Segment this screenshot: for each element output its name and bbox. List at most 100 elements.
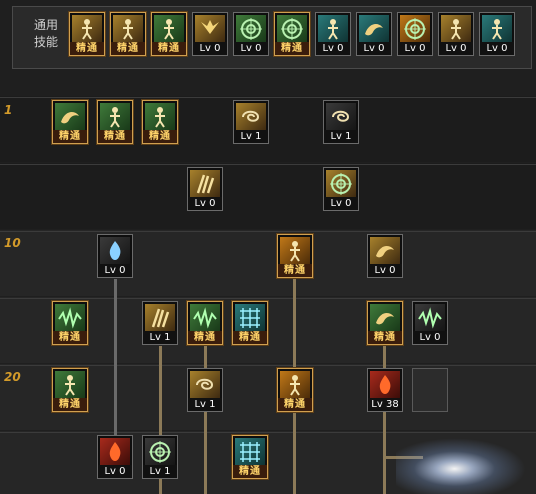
skill-level-label: Lv 0 [98, 264, 132, 277]
skill-level-label: 精通 [53, 130, 87, 143]
skill-slot[interactable]: Lv 0 [233, 12, 269, 56]
prerequisite-line [204, 346, 207, 368]
skill-slot[interactable]: Lv 1 [233, 100, 269, 144]
skill-slot[interactable]: Lv 1 [142, 301, 178, 345]
target-icon [236, 15, 266, 43]
book-icon [55, 103, 85, 131]
skill-level-label: Lv 1 [234, 130, 268, 143]
spark-figure-icon [100, 103, 130, 131]
skill-slot[interactable]: 精通 [69, 12, 105, 56]
skill-slot[interactable]: Lv 0 [187, 167, 223, 211]
skill-level-label: Lv 0 [368, 264, 402, 277]
skill-slot[interactable]: 精通 [277, 234, 313, 278]
skill-slot[interactable]: 精通 [187, 301, 223, 345]
level-marker: 20 [4, 370, 21, 384]
claw-icon [190, 170, 220, 198]
skill-level-label: Lv 0 [413, 331, 447, 344]
skill-level-label: 精通 [275, 42, 309, 55]
skill-level-label: Lv 0 [439, 42, 473, 55]
skill-level-label: 精通 [111, 42, 145, 55]
cross-grid-icon [235, 438, 265, 466]
skill-slot[interactable]: 精通 [232, 435, 268, 479]
skill-slot[interactable]: Lv 1 [187, 368, 223, 412]
flare-icon [415, 304, 445, 332]
roll-icon [190, 371, 220, 399]
skill-slot[interactable]: 精通 [52, 301, 88, 345]
kick-icon [318, 15, 348, 43]
blue-flame-icon [100, 237, 130, 265]
skill-level-label: 精通 [233, 331, 267, 344]
red-flower-icon [370, 371, 400, 399]
skill-slot[interactable]: Lv 0 [323, 167, 359, 211]
skill-level-label: 精通 [368, 331, 402, 344]
skill-level-label: Lv 0 [188, 197, 222, 210]
prerequisite-line [293, 412, 296, 494]
skill-slot[interactable]: Lv 38 [367, 368, 403, 412]
ring-icon [145, 438, 175, 466]
skill-slot[interactable]: Lv 0 [192, 12, 228, 56]
runner-icon [154, 15, 184, 43]
skill-level-label: 精通 [98, 130, 132, 143]
skill-level-label: 精通 [233, 465, 267, 478]
strike-icon [55, 304, 85, 332]
skill-slot[interactable]: Lv 1 [142, 435, 178, 479]
skill-slot[interactable]: Lv 1 [323, 100, 359, 144]
swirl-icon [326, 103, 356, 131]
skill-level-label: 精通 [53, 398, 87, 411]
skill-slot[interactable]: Lv 0 [356, 12, 392, 56]
eye-icon [400, 15, 430, 43]
skill-slot[interactable]: 精通 [232, 301, 268, 345]
skill-slot[interactable]: Lv 0 [367, 234, 403, 278]
skill-level-label: Lv 0 [234, 42, 268, 55]
skill-level-label: Lv 0 [193, 42, 227, 55]
skill-level-label: 精通 [152, 42, 186, 55]
skill-level-label: Lv 1 [188, 398, 222, 411]
level-marker: 10 [4, 236, 21, 250]
skill-slot[interactable]: Lv 0 [97, 234, 133, 278]
skill-slot[interactable]: Lv 0 [438, 12, 474, 56]
skill-slot[interactable]: Lv 0 [412, 301, 448, 345]
skill-level-label: Lv 0 [398, 42, 432, 55]
skill-level-label: 精通 [278, 264, 312, 277]
skill-level-label: Lv 1 [143, 331, 177, 344]
skill-level-label: 精通 [70, 42, 104, 55]
prerequisite-line [204, 412, 207, 494]
prerequisite-line [114, 279, 117, 439]
skill-level-label: Lv 0 [324, 197, 358, 210]
skill-slot[interactable]: 精通 [277, 368, 313, 412]
crosshair-icon [277, 15, 307, 43]
burst-figure-icon [145, 103, 175, 131]
leap-icon [482, 15, 512, 43]
skill-level-label: Lv 1 [324, 130, 358, 143]
skill-slot[interactable]: 精通 [142, 100, 178, 144]
skill-slot[interactable]: 精通 [97, 100, 133, 144]
common-skills-label: 通用 技能 [33, 18, 58, 49]
skill-slot[interactable]: 精通 [367, 301, 403, 345]
skill-level-label: Lv 0 [98, 465, 132, 478]
empty-skill-slot [412, 368, 448, 412]
dash-icon [236, 103, 266, 131]
light-flare [396, 438, 526, 494]
prerequisite-line [383, 412, 386, 494]
skill-slot[interactable]: Lv 0 [397, 12, 433, 56]
red-fire-icon [100, 438, 130, 466]
skill-slot[interactable]: 精通 [110, 12, 146, 56]
skill-slot[interactable]: Lv 0 [479, 12, 515, 56]
level-marker: 1 [4, 103, 13, 117]
skill-slot[interactable]: 精通 [274, 12, 310, 56]
wave-icon [190, 304, 220, 332]
wings-icon [195, 15, 225, 43]
skill-slot[interactable]: 精通 [52, 100, 88, 144]
skill-level-label: 精通 [278, 398, 312, 411]
skill-level-label: Lv 38 [368, 398, 402, 411]
tier-row [0, 163, 536, 229]
skill-level-label: 精通 [143, 130, 177, 143]
gold-dragon-icon [370, 237, 400, 265]
skill-slot[interactable]: 精通 [52, 368, 88, 412]
skill-slot[interactable]: 精通 [151, 12, 187, 56]
skill-slot[interactable]: Lv 0 [315, 12, 351, 56]
brute-icon [55, 371, 85, 399]
crouch-figure-icon [113, 15, 143, 43]
prerequisite-line [293, 279, 296, 369]
skill-slot[interactable]: Lv 0 [97, 435, 133, 479]
